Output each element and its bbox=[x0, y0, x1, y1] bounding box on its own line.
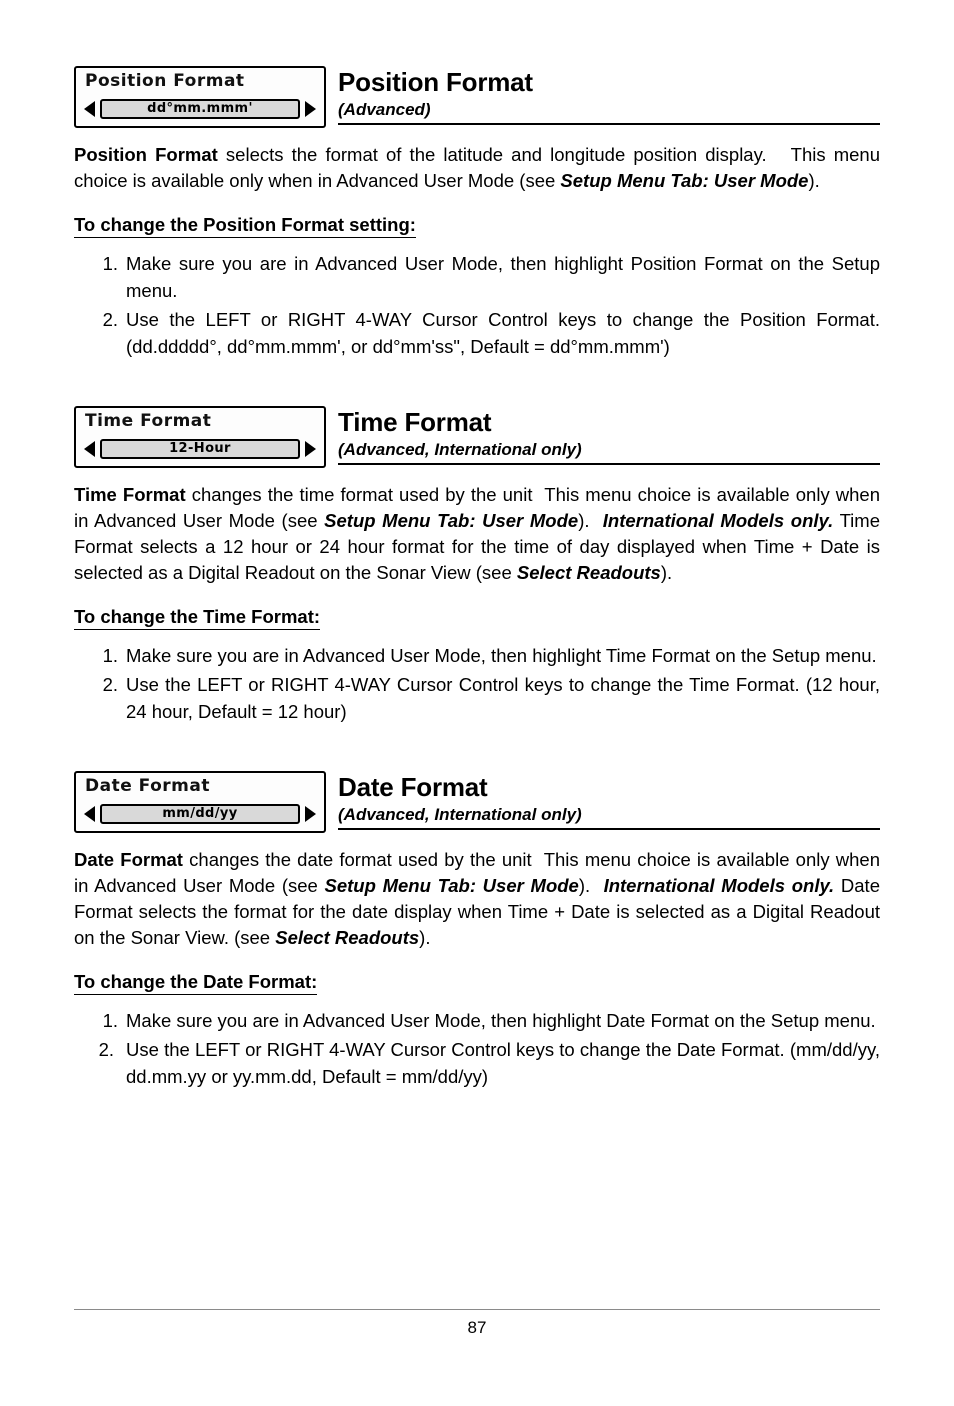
section-header: Date Format mm/dd/yy Date Format (Advanc… bbox=[74, 771, 880, 833]
lcd-value-field[interactable]: 12-Hour bbox=[100, 439, 300, 459]
left-arrow-icon[interactable] bbox=[84, 441, 95, 457]
lcd-menu-position-format[interactable]: Position Format dd°mm.mmm' bbox=[74, 66, 326, 128]
section-header: Time Format 12-Hour Time Format (Advance… bbox=[74, 406, 880, 468]
heading-group: Position Format (Advanced) bbox=[338, 66, 880, 125]
list-text: Use the LEFT or RIGHT 4-WAY Cursor Contr… bbox=[126, 1039, 880, 1087]
list-item: 2. Use the LEFT or RIGHT 4-WAY Cursor Con… bbox=[74, 1036, 880, 1090]
divider bbox=[338, 828, 880, 830]
list-number: 1. bbox=[102, 1010, 118, 1031]
page-subtitle: (Advanced, International only) bbox=[338, 805, 582, 824]
list-text: Make sure you are in Advanced User Mode,… bbox=[126, 1010, 876, 1031]
howto-heading: To change the Position Format setting: bbox=[74, 214, 416, 238]
document-page: Position Format dd°mm.mmm' Position Form… bbox=[0, 0, 954, 1406]
lcd-value-field[interactable]: mm/dd/yy bbox=[100, 804, 300, 824]
lcd-title: Position Format bbox=[85, 71, 245, 91]
steps-list: 1. Make sure you are in Advanced User Mod… bbox=[74, 1007, 880, 1090]
page-title: Time Format bbox=[338, 407, 492, 437]
lcd-value-field[interactable]: dd°mm.mmm' bbox=[100, 99, 300, 119]
lcd-value-text: 12-Hour bbox=[169, 441, 231, 456]
lcd-value-bar: 12-Hour bbox=[84, 438, 316, 460]
section-position-format: Position Format dd°mm.mmm' Position Form… bbox=[74, 0, 880, 360]
list-number: 2. bbox=[102, 674, 118, 695]
divider bbox=[338, 123, 880, 125]
lcd-menu-time-format[interactable]: Time Format 12-Hour bbox=[74, 406, 326, 468]
list-item: 2. Use the LEFT or RIGHT 4-WAY Cursor Con… bbox=[74, 671, 880, 725]
list-text: Use the LEFT or RIGHT 4-WAY Cursor Contr… bbox=[126, 309, 880, 357]
list-number: 1. bbox=[102, 645, 118, 666]
lcd-value-bar: mm/dd/yy bbox=[84, 803, 316, 825]
lcd-menu-date-format[interactable]: Date Format mm/dd/yy bbox=[74, 771, 326, 833]
section-paragraph: Date Format changes the date format used… bbox=[74, 849, 880, 948]
list-item: 2. Use the LEFT or RIGHT 4-WAY Cursor Con… bbox=[74, 306, 880, 360]
list-text: Make sure you are in Advanced User Mode,… bbox=[126, 253, 880, 301]
lcd-value-text: dd°mm.mmm' bbox=[147, 101, 253, 116]
left-arrow-icon[interactable] bbox=[84, 101, 95, 117]
page-number: 87 bbox=[467, 1318, 487, 1337]
list-number: 1. bbox=[102, 253, 118, 274]
page-title: Position Format bbox=[338, 67, 533, 97]
right-arrow-icon[interactable] bbox=[305, 101, 316, 117]
list-text: Make sure you are in Advanced User Mode,… bbox=[126, 645, 877, 666]
list-item: 1. Make sure you are in Advanced User Mod… bbox=[74, 250, 880, 304]
page-title: Date Format bbox=[338, 772, 488, 802]
steps-list: 1. Make sure you are in Advanced User Mod… bbox=[74, 250, 880, 360]
heading-group: Date Format (Advanced, International onl… bbox=[338, 771, 880, 830]
divider bbox=[338, 463, 880, 465]
page-footer: 87 bbox=[74, 1309, 880, 1338]
right-arrow-icon[interactable] bbox=[305, 441, 316, 457]
lcd-value-bar: dd°mm.mmm' bbox=[84, 98, 316, 120]
section-paragraph: Time Format changes the time format used… bbox=[74, 484, 880, 583]
left-arrow-icon[interactable] bbox=[84, 806, 95, 822]
steps-list: 1. Make sure you are in Advanced User Mod… bbox=[74, 642, 880, 725]
heading-group: Time Format (Advanced, International onl… bbox=[338, 406, 880, 465]
section-date-format: Date Format mm/dd/yy Date Format (Advanc… bbox=[74, 771, 880, 1090]
howto-heading: To change the Time Format: bbox=[74, 606, 321, 630]
list-number: 2. bbox=[98, 1039, 114, 1060]
divider bbox=[74, 1309, 880, 1310]
lcd-title: Time Format bbox=[85, 411, 212, 431]
list-number: 2. bbox=[102, 309, 118, 330]
right-arrow-icon[interactable] bbox=[305, 806, 316, 822]
page-subtitle: (Advanced, International only) bbox=[338, 440, 582, 459]
list-text: Use the LEFT or RIGHT 4-WAY Cursor Contr… bbox=[126, 674, 880, 722]
howto-heading: To change the Date Format: bbox=[74, 971, 318, 995]
section-paragraph: Position Format selects the format of th… bbox=[74, 144, 880, 191]
section-time-format: Time Format 12-Hour Time Format (Advance… bbox=[74, 406, 880, 725]
lcd-value-text: mm/dd/yy bbox=[162, 806, 238, 821]
list-item: 1. Make sure you are in Advanced User Mod… bbox=[74, 1007, 880, 1034]
section-header: Position Format dd°mm.mmm' Position Form… bbox=[74, 66, 880, 128]
list-item: 1. Make sure you are in Advanced User Mod… bbox=[74, 642, 880, 669]
page-subtitle: (Advanced) bbox=[338, 100, 431, 119]
lcd-title: Date Format bbox=[85, 776, 210, 796]
